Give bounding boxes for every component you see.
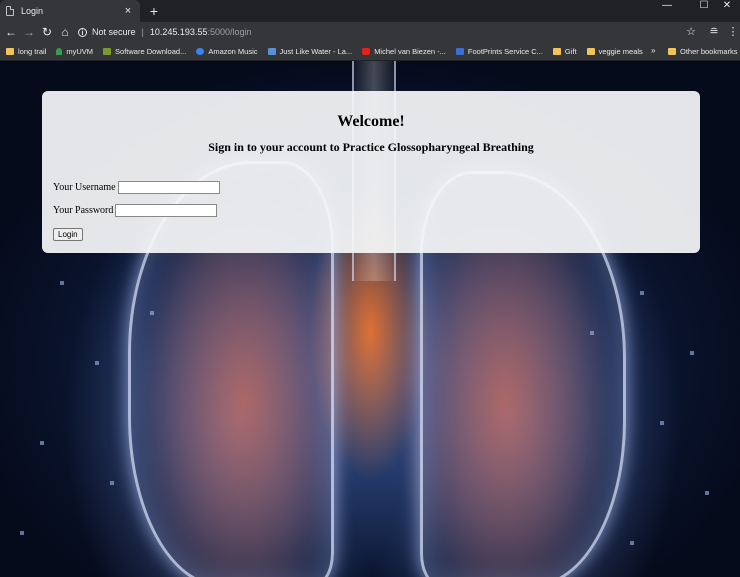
menu-icon[interactable]: ⋮ bbox=[726, 25, 740, 39]
tab-strip: Login × + — ☐ ✕ bbox=[0, 0, 740, 22]
music-icon bbox=[196, 47, 205, 55]
youtube-icon bbox=[362, 47, 371, 55]
new-tab-button[interactable]: + bbox=[146, 3, 162, 19]
document-icon bbox=[6, 6, 14, 16]
login-panel: Welcome! Sign in to your account to Prac… bbox=[42, 91, 700, 253]
particle bbox=[630, 541, 634, 545]
password-input[interactable] bbox=[115, 204, 218, 217]
username-label: Your Username bbox=[53, 182, 116, 193]
bookmarks-overflow-button[interactable]: » bbox=[651, 42, 655, 60]
bookmark-veggie-meals[interactable]: veggie meals bbox=[586, 47, 643, 56]
close-window-icon[interactable]: ✕ bbox=[712, 0, 740, 14]
bookmark-just-like-water[interactable]: Just Like Water - La... bbox=[267, 47, 352, 56]
address-bar[interactable]: i Not secure | 10.245.193.55:5000/login bbox=[78, 24, 678, 40]
password-row: Your Password bbox=[53, 204, 218, 217]
home-icon[interactable]: ⌂ bbox=[58, 25, 72, 39]
login-button[interactable]: Login bbox=[53, 228, 83, 241]
particle bbox=[40, 441, 44, 445]
tree-icon bbox=[56, 47, 63, 55]
folder-icon bbox=[6, 47, 14, 55]
folder-icon bbox=[668, 47, 676, 55]
particle bbox=[590, 331, 594, 335]
particle bbox=[20, 531, 24, 535]
info-icon[interactable]: i bbox=[78, 27, 87, 37]
bookmark-gift[interactable]: Gift bbox=[552, 47, 577, 56]
v-logo-icon bbox=[103, 47, 112, 55]
other-bookmarks[interactable]: Other bookmarks bbox=[668, 42, 738, 60]
image-icon bbox=[267, 47, 276, 55]
separator: | bbox=[141, 27, 144, 37]
bookmark-amazon-music[interactable]: Amazon Music bbox=[196, 47, 258, 56]
folder-icon bbox=[586, 47, 595, 55]
bookmark-footprints[interactable]: FootPrints Service C... bbox=[455, 47, 543, 56]
folder-icon bbox=[552, 47, 561, 55]
extension-icon[interactable]: ≘ bbox=[707, 25, 721, 39]
bookmark-long-trail[interactable]: long trail bbox=[6, 47, 46, 56]
bookmark-michel-van-biezen[interactable]: Michel van Biezen -... bbox=[362, 47, 446, 56]
minimize-icon[interactable]: — bbox=[652, 0, 682, 14]
url-path: :5000/login bbox=[207, 27, 252, 37]
welcome-heading: Welcome! bbox=[337, 113, 405, 130]
particle bbox=[60, 281, 64, 285]
particle bbox=[150, 311, 154, 315]
browser-toolbar: ← → ↻ ⌂ i Not secure | 10.245.193.55:500… bbox=[0, 22, 740, 42]
username-input[interactable] bbox=[117, 181, 220, 194]
particle bbox=[110, 481, 114, 485]
page-background: Welcome! Sign in to your account to Prac… bbox=[0, 61, 740, 577]
forward-icon[interactable]: → bbox=[22, 25, 36, 39]
username-row: Your Username bbox=[53, 181, 220, 194]
particle bbox=[690, 351, 694, 355]
particle bbox=[705, 491, 709, 495]
particle bbox=[95, 361, 99, 365]
back-icon[interactable]: ← bbox=[4, 25, 18, 39]
star-icon[interactable]: ☆ bbox=[684, 25, 698, 39]
footprints-icon bbox=[455, 47, 464, 55]
particle bbox=[660, 421, 664, 425]
tab-title: Login bbox=[21, 6, 44, 16]
url-host: 10.245.193.55 bbox=[149, 27, 208, 37]
bookmark-software-download[interactable]: Software Download... bbox=[103, 47, 186, 56]
security-label: Not secure bbox=[92, 27, 136, 37]
reload-icon[interactable]: ↻ bbox=[40, 25, 54, 39]
tab-close-icon[interactable]: × bbox=[122, 5, 134, 17]
browser-tab[interactable]: Login × bbox=[0, 0, 140, 22]
bookmarks-bar: long trail myUVM Software Download... Am… bbox=[0, 42, 740, 61]
particle bbox=[640, 291, 644, 295]
password-label: Your Password bbox=[53, 205, 114, 216]
bookmark-myuvm[interactable]: myUVM bbox=[56, 47, 93, 56]
signin-subtitle: Sign in to your account to Practice Glos… bbox=[208, 140, 534, 154]
